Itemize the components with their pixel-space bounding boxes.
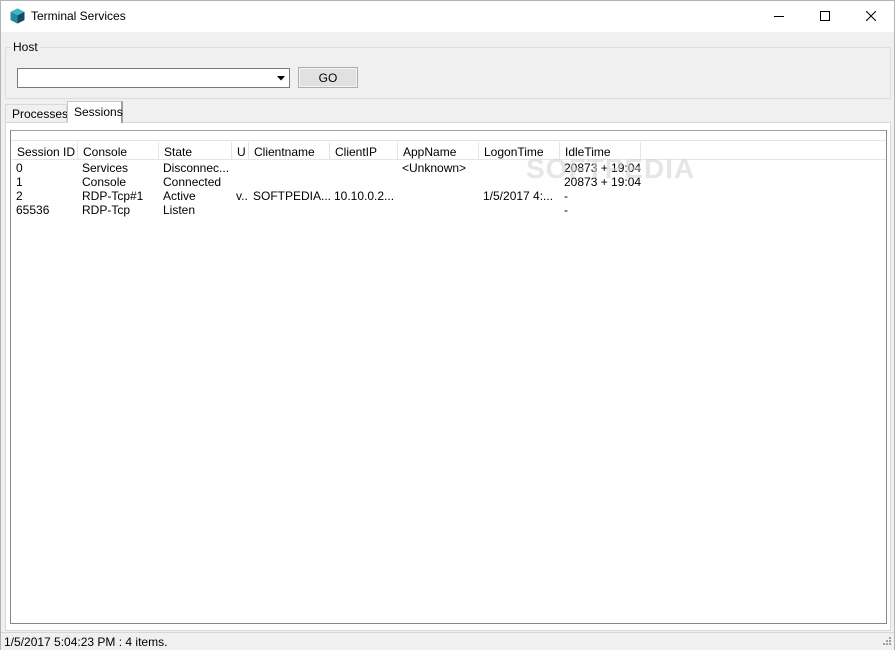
tab-processes[interactable]: Processes <box>5 104 68 123</box>
cell-appname <box>398 189 479 203</box>
watermark: SOFTPEDIA <box>526 153 696 184</box>
cell-idletime: - <box>564 189 568 203</box>
tab-strip: Processes Sessions <box>5 101 305 123</box>
cell-session-id: 2 <box>16 189 23 203</box>
cell-appname <box>398 203 479 217</box>
host-group: Host GO <box>5 40 891 99</box>
column-header-clientip[interactable]: ClientIP <box>330 142 398 160</box>
cell-clientname: SOFTPEDIA... <box>253 189 330 203</box>
chevron-down-icon <box>276 75 285 80</box>
status-text: 1/5/2017 5:04:23 PM : 4 items. <box>4 635 168 649</box>
table-row[interactable]: 1 Console Connected 20873 + 19:04 <box>12 175 886 189</box>
cell-user: v.. <box>236 189 248 203</box>
cell-session-id: 65536 <box>16 203 50 217</box>
cell-console: RDP-Tcp <box>82 203 131 217</box>
cell-session-id: 0 <box>16 161 23 175</box>
cell-logontime <box>479 203 560 217</box>
status-bar: 1/5/2017 5:04:23 PM : 4 items. <box>1 632 894 650</box>
window-title: Terminal Services <box>31 9 126 23</box>
cell-state: Active <box>163 189 196 203</box>
cell-clientip <box>330 175 398 189</box>
cell-user <box>232 175 249 189</box>
host-label: Host <box>11 40 40 54</box>
cell-console: RDP-Tcp#1 <box>82 189 144 203</box>
close-icon <box>866 11 876 21</box>
cell-console: Console <box>82 175 127 189</box>
cell-console: Services <box>82 161 129 175</box>
minimize-icon <box>774 16 784 17</box>
cell-state: Connected <box>163 175 222 189</box>
resize-grip-icon[interactable] <box>880 636 892 648</box>
sessions-listview[interactable]: Session ID Console State U Clientname Cl… <box>10 130 887 624</box>
column-headers: Session ID Console State U Clientname Cl… <box>12 142 886 160</box>
column-header-state[interactable]: State <box>159 142 232 160</box>
cell-clientname <box>249 175 330 189</box>
title-bar[interactable]: Terminal Services <box>1 1 894 32</box>
close-button[interactable] <box>848 1 894 31</box>
column-header-console[interactable]: Console <box>78 142 159 160</box>
cell-user <box>232 161 249 175</box>
cell-state: Listen <box>163 203 196 217</box>
table-row[interactable]: 2 RDP-Tcp#1 Active v.. SOFTPEDIA... 10.1… <box>12 189 886 203</box>
cell-appname: <Unknown> <box>402 161 467 175</box>
list-top-gap <box>11 131 886 141</box>
cell-clientname <box>249 203 330 217</box>
go-button[interactable]: GO <box>298 67 358 88</box>
cell-clientip: 10.10.0.2... <box>334 189 395 203</box>
column-header-session-id[interactable]: Session ID <box>12 142 78 160</box>
dropdown-arrow-button[interactable] <box>272 69 289 87</box>
cell-appname <box>398 175 479 189</box>
cell-idletime: - <box>564 203 568 217</box>
sessions-panel: Session ID Console State U Clientname Cl… <box>5 122 891 631</box>
maximize-icon <box>820 11 830 21</box>
cell-clientname <box>249 161 330 175</box>
host-input[interactable] <box>20 70 270 86</box>
column-header-user[interactable]: U <box>232 142 249 160</box>
column-header-clientname[interactable]: Clientname <box>249 142 330 160</box>
cell-clientip <box>330 203 398 217</box>
maximize-button[interactable] <box>802 1 848 31</box>
cell-clientip <box>330 161 398 175</box>
table-row[interactable]: 0 Services Disconnec... <Unknown> 20873 … <box>12 161 886 175</box>
table-row[interactable]: 65536 RDP-Tcp Listen - <box>12 203 886 217</box>
host-combobox[interactable] <box>17 68 290 88</box>
app-window: Terminal Services Host GO Processes Sess… <box>0 0 895 650</box>
shield-cube-icon <box>10 8 25 24</box>
cell-user <box>232 203 249 217</box>
tab-sessions[interactable]: Sessions <box>67 101 123 123</box>
minimize-button[interactable] <box>756 1 802 31</box>
cell-state: Disconnec... <box>163 161 230 175</box>
cell-logontime: 1/5/2017 4:... <box>483 189 554 203</box>
column-header-appname[interactable]: AppName <box>398 142 479 160</box>
cell-session-id: 1 <box>16 175 23 189</box>
